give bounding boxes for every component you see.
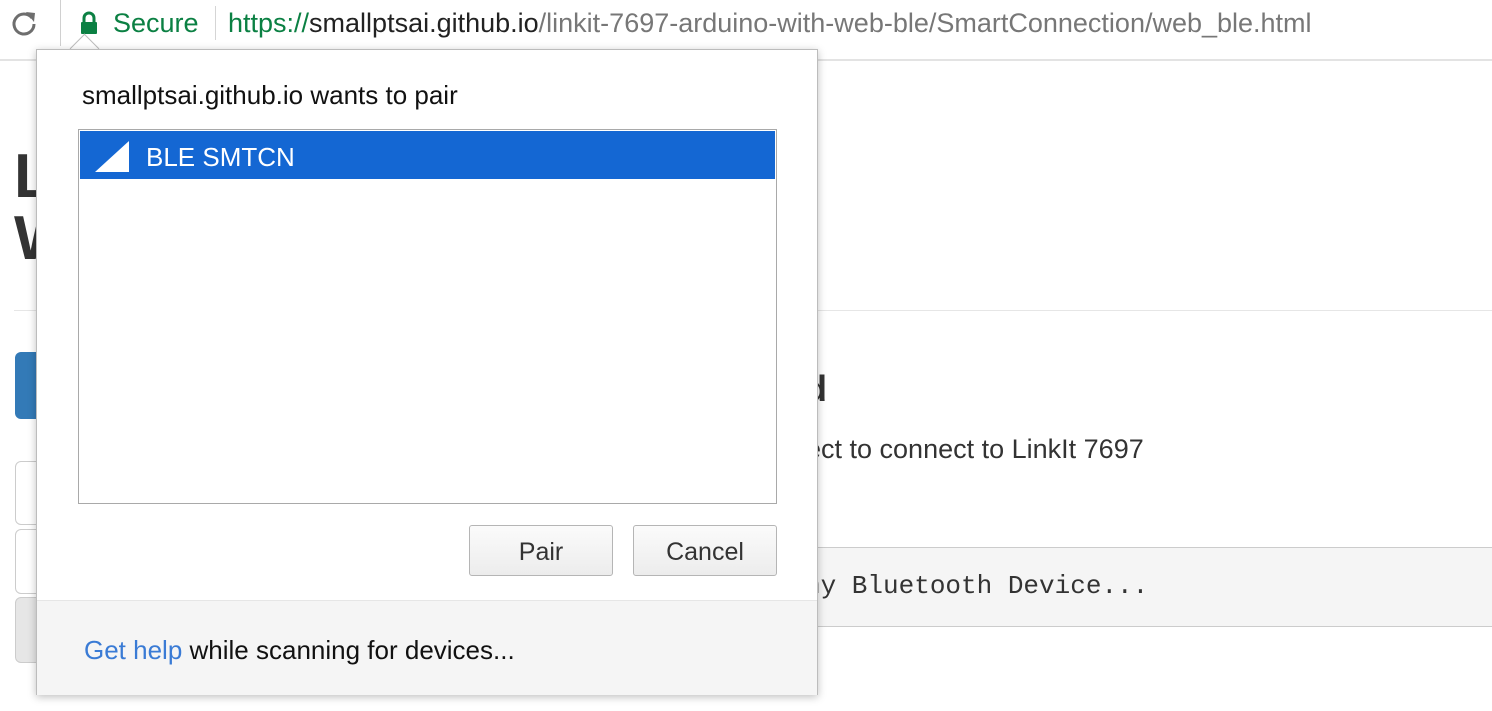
address-divider <box>215 6 216 40</box>
pair-button[interactable]: Pair <box>469 525 613 576</box>
footer-text: Get help while scanning for devices... <box>84 635 515 666</box>
signal-strength-icon <box>95 141 129 172</box>
reload-icon[interactable] <box>10 9 38 37</box>
cancel-button[interactable]: Cancel <box>633 525 777 576</box>
device-item-ble-smtcn[interactable]: BLE SMTCN <box>80 131 775 179</box>
dialog-title: smallptsai.github.io wants to pair <box>82 80 458 110</box>
dialog-footer: Get help while scanning for devices... <box>37 600 817 695</box>
bluetooth-pair-dialog: smallptsai.github.io wants to pair BLE S… <box>36 49 818 695</box>
code-text: ny Bluetooth Device... <box>805 571 1149 601</box>
get-help-link[interactable]: Get help <box>84 635 182 665</box>
device-list[interactable]: BLE SMTCN <box>78 129 777 504</box>
lock-icon[interactable] <box>79 11 99 35</box>
device-name: BLE SMTCN <box>146 142 295 172</box>
secure-label[interactable]: Secure <box>113 8 199 39</box>
url-path: /linkit-7697-arduino-with-web-ble/SmartC… <box>538 8 1312 38</box>
browser-toolbar: Secure https://smallptsai.github.io/link… <box>0 0 1492 46</box>
section-description: ect to connect to LinkIt 7697 <box>806 434 1144 464</box>
footer-status: while scanning for devices... <box>182 635 515 665</box>
url-text[interactable]: https://smallptsai.github.io/linkit-7697… <box>228 8 1312 39</box>
address-bar[interactable]: Secure https://smallptsai.github.io/link… <box>60 0 1492 46</box>
url-scheme: https:// <box>228 8 310 38</box>
url-host: smallptsai.github.io <box>309 8 539 38</box>
